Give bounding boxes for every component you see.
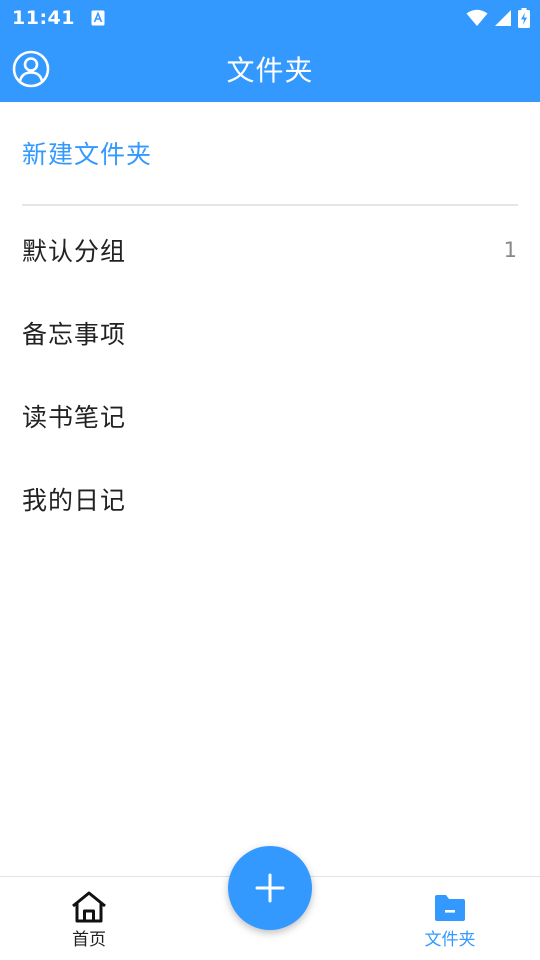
folder-name: 我的日记 [22, 485, 127, 515]
folder-list: 默认分组 1 备忘事项 读书笔记 我的日记 [22, 208, 518, 540]
a-letter-icon [91, 10, 105, 26]
wifi-icon [466, 9, 488, 27]
page-title: 文件夹 [226, 54, 314, 87]
screen: 11:41 文件夹 新建文件夹 默认分组 1 备忘事项 读书笔记 我的日记 首页… [0, 0, 540, 960]
status-time: 11:41 [12, 7, 75, 29]
add-button[interactable] [228, 846, 312, 930]
folder-item-default[interactable]: 默认分组 1 [22, 208, 518, 291]
status-bar: 11:41 [0, 0, 540, 36]
home-icon [72, 891, 106, 923]
folder-icon [435, 895, 465, 921]
folder-name: 读书笔记 [22, 402, 127, 432]
app-bar: 文件夹 [0, 36, 540, 102]
battery-charging-icon [518, 8, 530, 28]
status-right [466, 8, 530, 28]
nav-home-label: 首页 [72, 930, 106, 950]
status-left: 11:41 [12, 7, 105, 29]
nav-folder-label: 文件夹 [424, 930, 476, 950]
profile-icon [12, 50, 50, 88]
new-folder-button[interactable]: 新建文件夹 [22, 102, 518, 206]
signal-icon [494, 9, 512, 27]
nav-folder[interactable]: 文件夹 [390, 891, 510, 957]
folder-name: 备忘事项 [22, 319, 127, 349]
folder-count: 1 [503, 237, 518, 262]
folder-name: 默认分组 [22, 236, 127, 266]
profile-button[interactable] [12, 50, 50, 88]
folder-item-reading-notes[interactable]: 读书笔记 [22, 374, 518, 457]
nav-home[interactable]: 首页 [29, 891, 149, 957]
plus-icon [255, 873, 285, 903]
folder-item-diary[interactable]: 我的日记 [22, 457, 518, 540]
folder-item-memo[interactable]: 备忘事项 [22, 291, 518, 374]
